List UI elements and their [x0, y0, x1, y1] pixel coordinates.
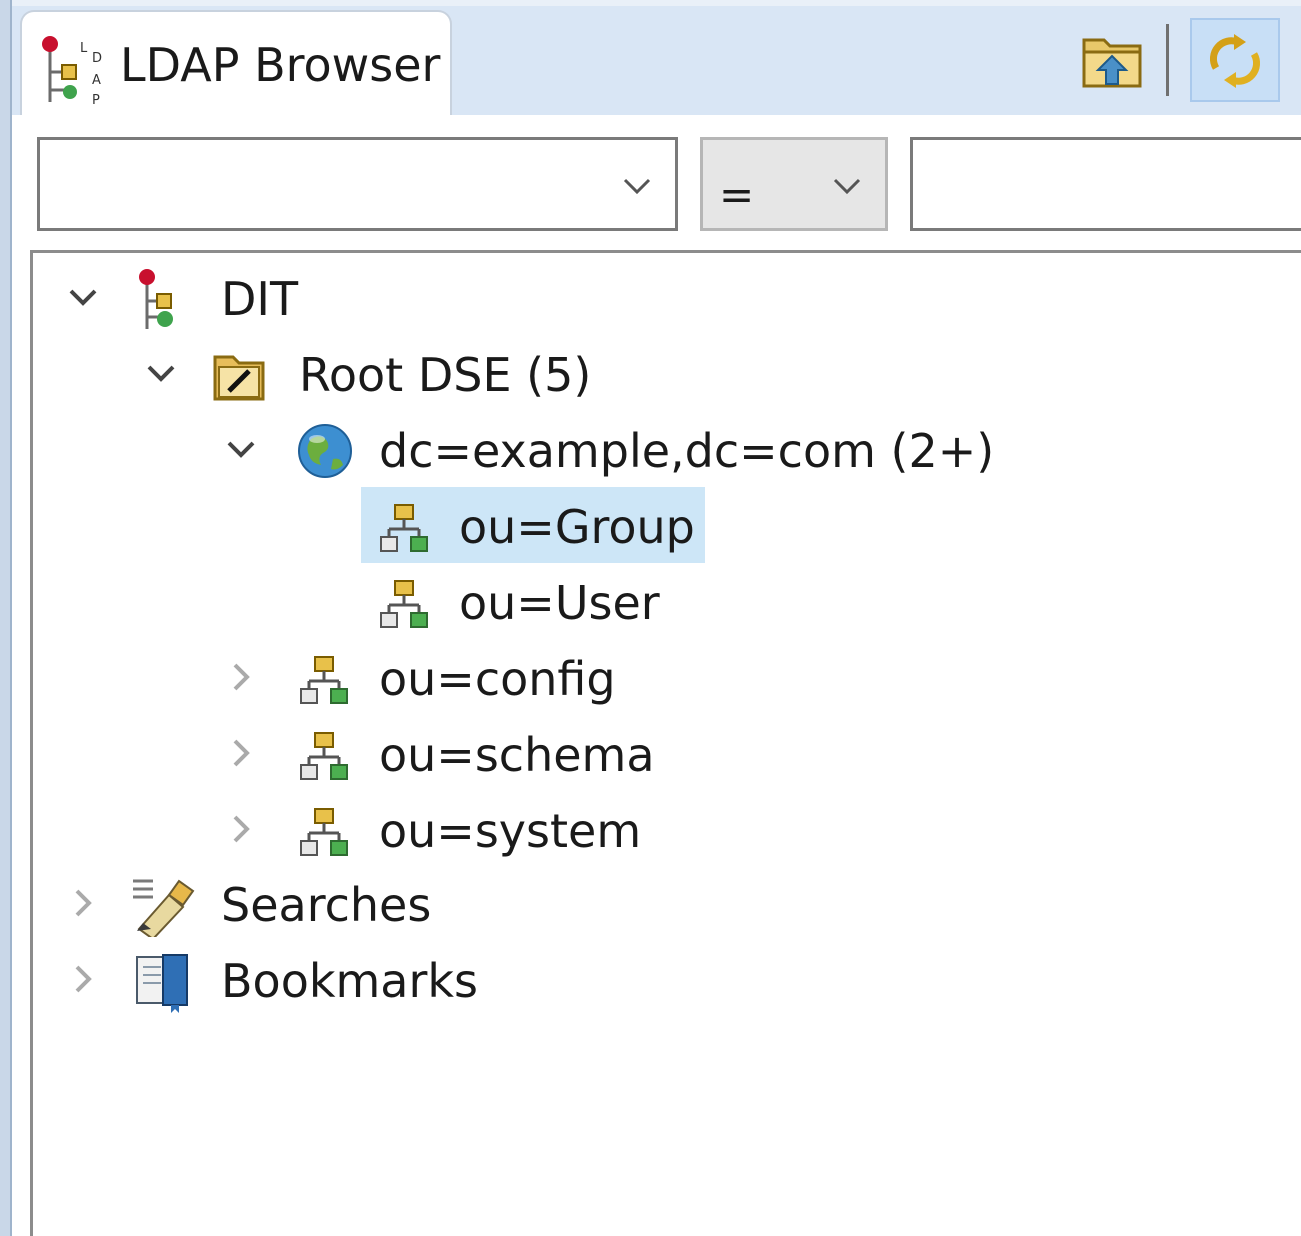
- tree-node-label: Bookmarks: [221, 954, 478, 1008]
- chevron-down-icon[interactable]: [829, 170, 865, 200]
- tree-node-bookmarks[interactable]: Bookmarks: [33, 945, 633, 1015]
- tree-node-ou-schema[interactable]: ou=schema: [33, 719, 733, 789]
- chevron-right-icon[interactable]: [221, 809, 261, 849]
- tree-node-label: DIT: [221, 272, 299, 326]
- operator-combo[interactable]: =: [700, 137, 888, 231]
- tree-node-searches[interactable]: Searches: [33, 869, 633, 939]
- root-dse-folder-icon: [213, 355, 265, 401]
- value-field[interactable]: [910, 137, 1301, 231]
- folder-up-icon: [1082, 38, 1142, 88]
- tree-node-label: dc=example,dc=com (2+): [379, 424, 995, 478]
- tree-node-label: ou=Group: [459, 500, 695, 554]
- chevron-right-icon[interactable]: [221, 733, 261, 773]
- tree-node-label: ou=system: [379, 804, 642, 858]
- tree-node-ou-config[interactable]: ou=config: [33, 643, 733, 713]
- ou-entry-icon: [380, 504, 428, 552]
- tab-ldap-browser[interactable]: L D A P LDAP Browser: [20, 10, 452, 125]
- tree-node-root-dse[interactable]: Root DSE (5): [33, 339, 733, 409]
- dit-icon: [139, 269, 173, 329]
- window-frame-left: [0, 0, 10, 1236]
- link-with-editor-button[interactable]: [1190, 18, 1280, 102]
- operator-value: =: [719, 170, 755, 219]
- tree-node-dc-example-com[interactable]: dc=example,dc=com (2+): [33, 415, 1033, 485]
- globe-icon: [298, 424, 352, 478]
- tree-node-label: ou=config: [379, 652, 616, 706]
- chevron-right-icon[interactable]: [63, 883, 103, 923]
- attribute-combo[interactable]: [37, 137, 678, 231]
- up-one-level-button[interactable]: [1068, 18, 1158, 102]
- tree-node-dit[interactable]: DIT: [33, 263, 633, 333]
- chevron-right-icon[interactable]: [63, 959, 103, 999]
- tree-node-label: ou=User: [459, 576, 660, 630]
- view-tab-bar-top: [12, 0, 1301, 6]
- tree-node-ou-group[interactable]: ou=Group: [33, 491, 733, 561]
- ou-entry-icon: [380, 580, 428, 628]
- svg-text:A: A: [92, 73, 101, 88]
- attribute-input[interactable]: [40, 140, 675, 228]
- svg-text:P: P: [92, 93, 100, 108]
- chevron-right-icon[interactable]: [221, 657, 261, 697]
- chevron-down-icon[interactable]: [141, 353, 181, 393]
- chevron-down-icon[interactable]: [221, 429, 261, 469]
- tree-node-ou-user[interactable]: ou=User: [33, 567, 733, 637]
- bookmarks-icon: [136, 954, 188, 1013]
- ldap-tree[interactable]: DIT Root DSE (5) dc=example,dc=com (2+): [30, 250, 1301, 1236]
- value-input[interactable]: [913, 140, 1301, 228]
- chevron-down-icon[interactable]: [619, 170, 655, 200]
- tree-node-ou-system[interactable]: ou=system: [33, 795, 733, 865]
- ou-entry-icon: [300, 656, 348, 704]
- chevron-down-icon[interactable]: [63, 277, 103, 317]
- ou-entry-icon: [300, 808, 348, 856]
- svg-text:L: L: [80, 41, 88, 56]
- svg-text:D: D: [92, 51, 102, 66]
- toolbar-separator: [1166, 24, 1169, 96]
- ldap-browser-icon: L D A P: [42, 36, 102, 108]
- searches-icon: [133, 879, 195, 937]
- tree-node-label: Root DSE (5): [299, 348, 592, 402]
- ou-entry-icon: [300, 732, 348, 780]
- tree-node-label: ou=schema: [379, 728, 655, 782]
- tree-node-label: Searches: [221, 878, 432, 932]
- tab-label: LDAP Browser: [120, 38, 441, 92]
- quick-search-bar: =: [12, 115, 1301, 250]
- sync-link-icon: [1209, 34, 1261, 88]
